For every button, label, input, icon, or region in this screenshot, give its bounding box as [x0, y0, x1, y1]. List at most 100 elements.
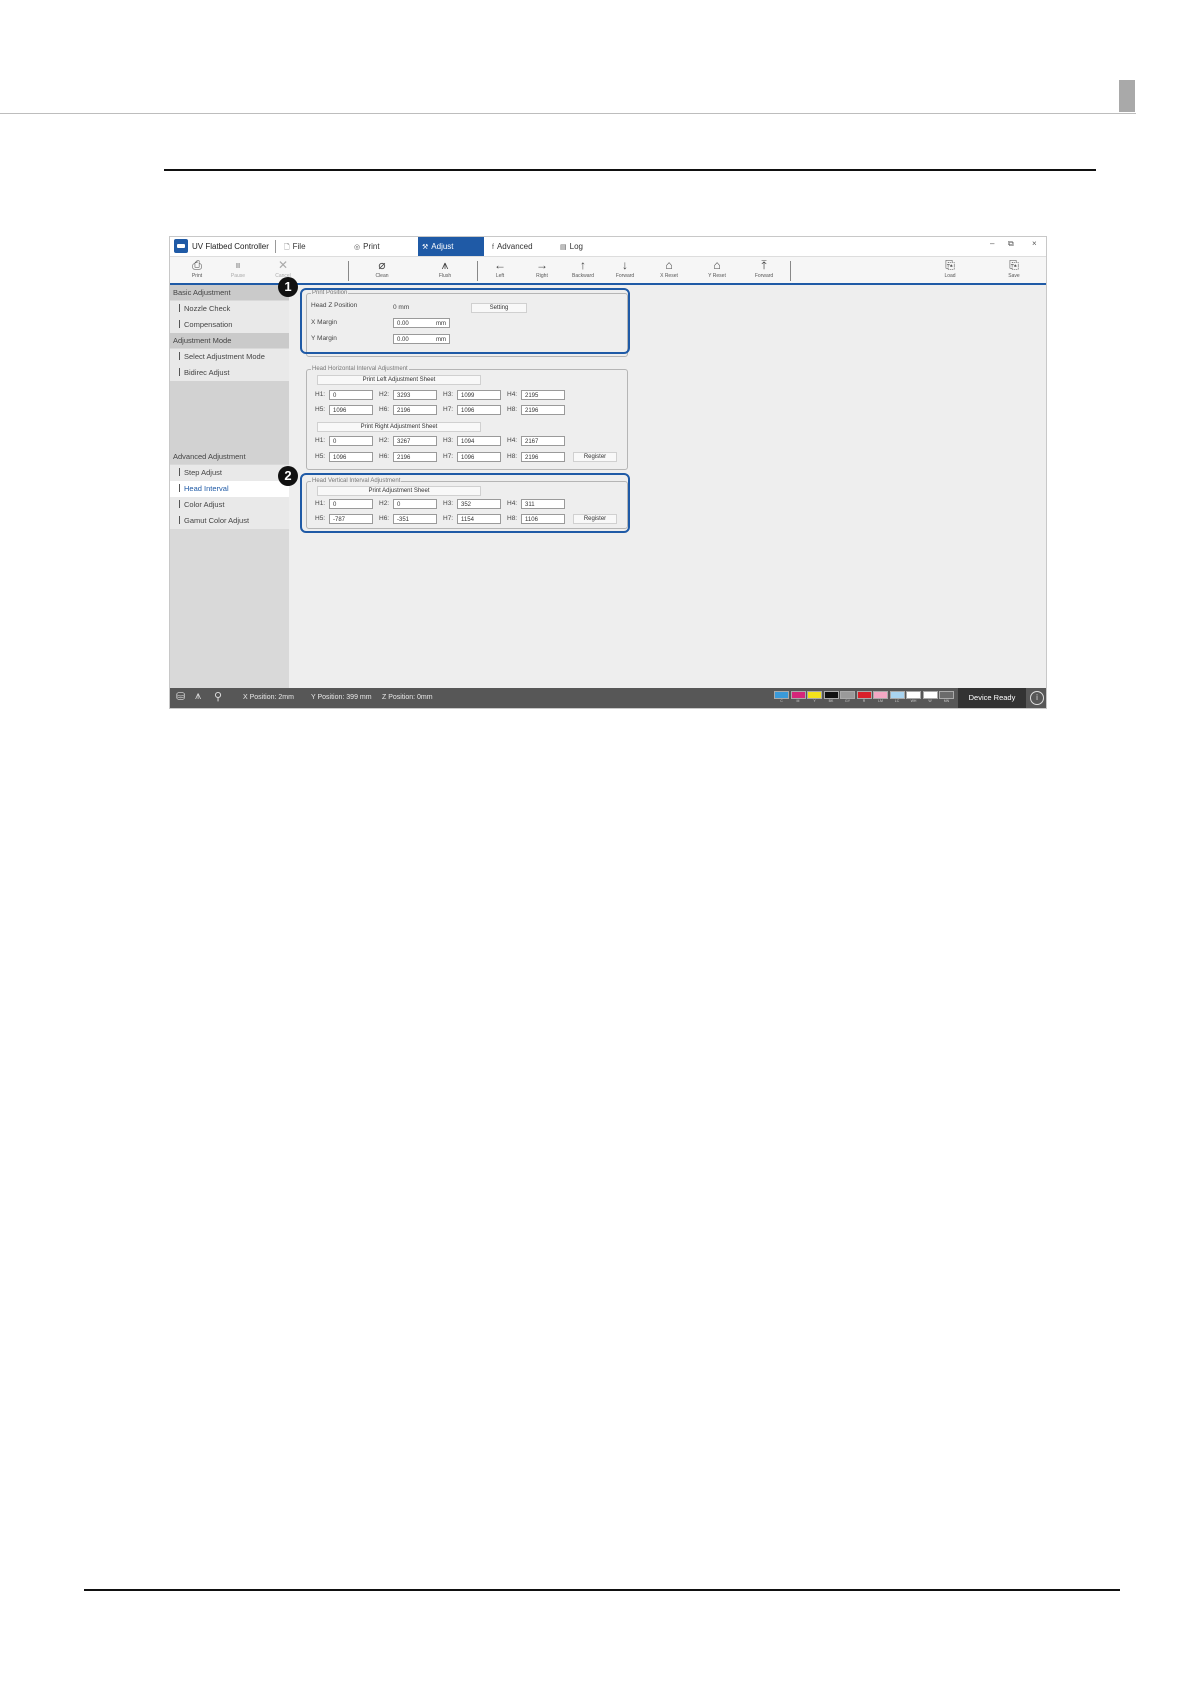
left-h1-field[interactable]: 0 — [329, 390, 373, 400]
h4-label: H4: — [507, 437, 518, 444]
left-button[interactable]: ← Left — [480, 258, 520, 280]
save-button[interactable]: ⎘ Save — [994, 258, 1034, 280]
pause-button[interactable]: ⏸ Pause — [218, 258, 258, 280]
ink-color — [889, 691, 905, 699]
ink-color — [873, 691, 888, 699]
ink-label: R — [862, 699, 866, 703]
left-h4-field[interactable]: 2195 — [521, 390, 565, 400]
sidebar-item-step-adjust[interactable]: Step Adjust — [170, 465, 289, 481]
page-top-rule — [0, 113, 1136, 114]
forward-max-button[interactable]: ⤒ Forward — [744, 258, 784, 280]
backward-button[interactable]: ↑ Backward — [563, 258, 603, 280]
toolbar-separator — [348, 261, 349, 281]
register-horizontal-button[interactable]: Register — [573, 452, 617, 462]
right-h4-field[interactable]: 2167 — [521, 436, 565, 446]
left-h2-field[interactable]: 3293 — [393, 390, 437, 400]
h6-label: H6: — [379, 406, 390, 413]
h8-label: H8: — [507, 453, 518, 460]
tab-adjust[interactable]: ⚒ Adjust — [418, 237, 484, 256]
advanced-icon: f — [492, 244, 494, 251]
h7-label: H7: — [443, 453, 454, 460]
sidebar-item-compensation[interactable]: Compensation — [170, 317, 289, 333]
forward-button[interactable]: ↓ Forward — [605, 258, 645, 280]
left-h3-field[interactable]: 1099 — [457, 390, 501, 400]
ink-color — [807, 691, 822, 699]
callout-badge-2: 2 — [278, 466, 298, 486]
ink-label: WH — [910, 699, 917, 703]
cancel-button[interactable]: ✕ Cancel — [263, 258, 303, 280]
print-button[interactable]: ⎙ Print — [177, 258, 217, 280]
right-h2-field[interactable]: 3267 — [393, 436, 437, 446]
right-h7-field[interactable]: 1096 — [457, 452, 501, 462]
x-reset-button[interactable]: ⌂ X Reset — [649, 258, 689, 280]
tab-log[interactable]: ▤ Log — [560, 237, 583, 256]
horizontal-interval-legend: Head Horizontal Interval Adjustment — [311, 365, 409, 373]
clean-button[interactable]: ⌀ Clean — [362, 258, 402, 280]
left-h6-field[interactable]: 2196 — [393, 405, 437, 415]
left-h5-field[interactable]: 1096 — [329, 405, 373, 415]
load-icon: ⎘ — [945, 258, 955, 272]
ink-label: Y — [813, 699, 816, 703]
left-h8-field[interactable]: 2196 — [521, 405, 565, 415]
sidebar-item-gamut-color-adjust[interactable]: Gamut Color Adjust — [170, 513, 289, 529]
h8-label: H8: — [507, 406, 518, 413]
ink-label: BK — [828, 699, 834, 703]
arrow-up-icon: ↑ — [580, 258, 586, 272]
home-icon: ⌂ — [713, 258, 721, 272]
flush-status-icon[interactable]: ⩚ — [195, 690, 201, 703]
h3-label: H3: — [443, 437, 454, 444]
right-h3-field[interactable]: 1094 — [457, 436, 501, 446]
sidebar-heading-mode: Adjustment Mode — [170, 333, 289, 348]
app-title: UV Flatbed Controller — [192, 242, 269, 251]
print-left-sheet-button[interactable]: Print Left Adjustment Sheet — [317, 375, 481, 385]
minimize-button[interactable]: – — [990, 239, 994, 248]
sidebar-heading-basic: Basic Adjustment — [170, 285, 289, 300]
right-h1-field[interactable]: 0 — [329, 436, 373, 446]
ink-color — [823, 691, 839, 699]
printer-icon: ⎙ — [192, 258, 202, 272]
info-icon[interactable]: i — [1030, 691, 1044, 705]
tab-advanced[interactable]: f Advanced — [492, 237, 533, 256]
file-icon: 🗋 — [284, 244, 290, 251]
ink-label: MN — [943, 699, 950, 703]
close-button[interactable]: × — [1032, 239, 1037, 248]
sidebar-item-color-adjust[interactable]: Color Adjust — [170, 497, 289, 513]
right-button[interactable]: → Right — [522, 258, 562, 280]
clean-icon: ⌀ — [378, 258, 386, 272]
sidebar-item-head-interval[interactable]: Head Interval — [170, 481, 289, 497]
tool-status-icon[interactable]: ⚲ — [214, 690, 222, 703]
y-reset-button[interactable]: ⌂ Y Reset — [697, 258, 737, 280]
h1-label: H1: — [315, 391, 326, 398]
page-edge-tab — [1119, 80, 1135, 112]
right-h8-field[interactable]: 2196 — [521, 452, 565, 462]
right-h6-field[interactable]: 2196 — [393, 452, 437, 462]
ink-color — [906, 691, 921, 699]
tab-print[interactable]: ◎ Print — [354, 237, 380, 256]
print-right-sheet-button[interactable]: Print Right Adjustment Sheet — [317, 422, 481, 432]
arrow-right-icon: → — [536, 258, 548, 272]
ink-label: GY — [844, 699, 851, 703]
sidebar-item-bidirec-adjust[interactable]: Bidirec Adjust — [170, 365, 289, 381]
right-h5-field[interactable]: 1096 — [329, 452, 373, 462]
sidebar-item-nozzle-check[interactable]: Nozzle Check — [170, 301, 289, 317]
ink-label: M — [796, 699, 800, 703]
arrow-up-bar-icon: ⤒ — [761, 258, 767, 272]
h2-label: H2: — [379, 437, 390, 444]
flush-button[interactable]: ⩚ Flush — [425, 258, 465, 280]
ink-swatch: BK — [823, 691, 839, 705]
ink-swatch: W — [922, 691, 938, 705]
tab-file[interactable]: 🗋 File — [284, 237, 306, 256]
section-rule — [164, 169, 1096, 171]
network-status-icon[interactable]: ⛁ — [176, 690, 185, 703]
load-button[interactable]: ⎘ Load — [930, 258, 970, 280]
pause-icon: ⏸ — [234, 258, 241, 272]
arrow-down-icon: ↓ — [622, 258, 628, 272]
left-h7-field[interactable]: 1096 — [457, 405, 501, 415]
callout-badge-1: 1 — [278, 277, 298, 297]
ink-label: C — [780, 699, 783, 703]
restore-button[interactable]: ⧉ — [1008, 239, 1014, 249]
sidebar-item-select-mode[interactable]: Select Adjustment Mode — [170, 349, 289, 365]
ink-color — [922, 691, 938, 699]
callout-box-1 — [300, 288, 630, 354]
x-position-readout: X Position: 2mm — [243, 694, 294, 701]
